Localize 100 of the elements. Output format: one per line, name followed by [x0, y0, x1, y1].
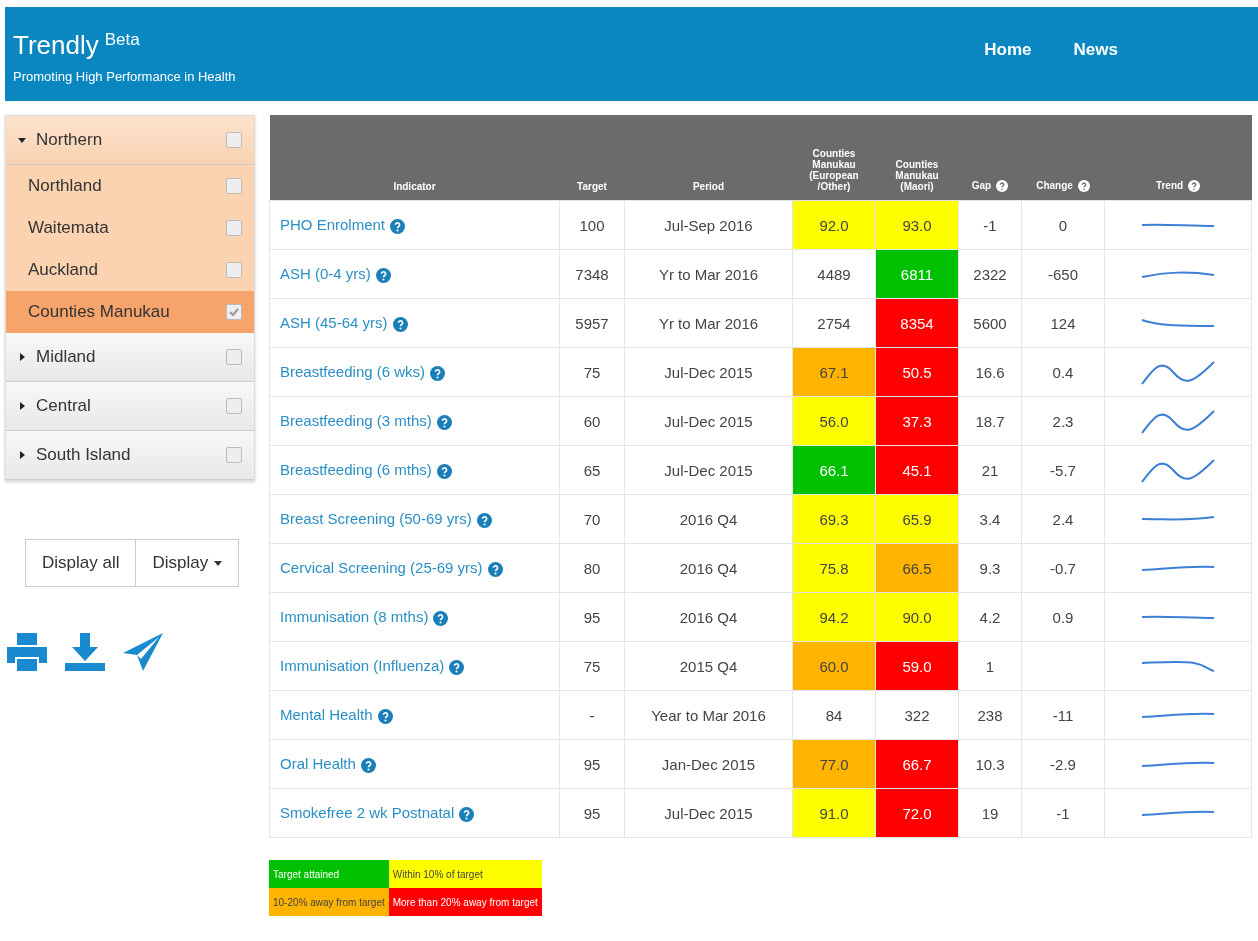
help-icon[interactable]	[476, 512, 492, 528]
nav-link[interactable]: News	[1073, 40, 1118, 60]
district-item[interactable]: Counties Manukau	[6, 291, 254, 333]
column-header: Trend	[1104, 115, 1252, 201]
help-icon[interactable]	[459, 806, 475, 822]
help-icon[interactable]	[436, 414, 452, 430]
indicator-link[interactable]: Oral Health	[280, 755, 356, 773]
nav-link[interactable]: Home	[984, 40, 1032, 60]
table-cell: 2.4	[1021, 494, 1105, 544]
indicator-link[interactable]: Smokefree 2 wk Postnatal	[280, 804, 455, 822]
legend-item: Within 10% of target	[388, 860, 542, 888]
caret-icon	[18, 451, 26, 459]
checkbox[interactable]	[226, 262, 242, 278]
table-cell: 238	[958, 690, 1022, 740]
table-cell: 65	[559, 445, 625, 495]
app-title: Trendly	[13, 30, 99, 61]
beta-label: Beta	[104, 30, 140, 50]
status-cell: 69.3	[792, 494, 876, 544]
send-icon[interactable]	[121, 631, 165, 673]
help-icon[interactable]	[375, 267, 391, 283]
help-icon[interactable]	[449, 659, 465, 675]
table-cell: 3.4	[958, 494, 1022, 544]
indicator-link[interactable]: ASH (0-4 yrs)	[280, 265, 371, 283]
table-cell: 124	[1021, 298, 1105, 348]
table-cell: 80	[559, 543, 625, 593]
checkbox[interactable]	[226, 220, 242, 236]
trend-sparkline	[1142, 661, 1214, 671]
indicator-link[interactable]: Mental Health	[280, 706, 373, 724]
indicator-link[interactable]: PHO Enrolment	[280, 216, 386, 234]
table-cell: -5.7	[1021, 445, 1105, 495]
table-cell: -1	[958, 200, 1022, 250]
status-cell: 77.0	[792, 739, 876, 789]
indicator-link[interactable]: Breastfeeding (3 mths)	[280, 412, 432, 430]
table-cell: -2.9	[1021, 739, 1105, 789]
district-label: Counties Manukau	[28, 302, 171, 322]
help-icon[interactable]	[996, 180, 1009, 192]
checkbox[interactable]	[226, 132, 242, 148]
caret-icon	[214, 560, 223, 566]
caret-icon	[18, 402, 26, 410]
region-header[interactable]: Northern	[6, 116, 254, 165]
region-label: Northern	[36, 130, 104, 150]
table-cell: 95	[559, 788, 625, 838]
status-cell: 75.8	[792, 543, 876, 593]
indicator-link[interactable]: Immunisation (Influenza)	[280, 657, 445, 675]
table-cell: 7348	[559, 249, 625, 299]
trend-sparkline	[1142, 811, 1214, 815]
table-cell: 2016 Q4	[624, 494, 793, 544]
table-cell: 95	[559, 592, 625, 642]
district-label: Northland	[28, 176, 103, 196]
table-cell: 5957	[559, 298, 625, 348]
table-cell: -0.7	[1021, 543, 1105, 593]
table-cell: Jan-Dec 2015	[624, 739, 793, 789]
trend-sparkline	[1142, 458, 1214, 482]
help-icon[interactable]	[392, 316, 408, 332]
download-icon[interactable]	[63, 631, 107, 673]
table-cell: 21	[958, 445, 1022, 495]
indicator-link[interactable]: Breastfeeding (6 wks)	[280, 363, 426, 381]
help-icon[interactable]	[377, 708, 393, 724]
indicator-link[interactable]: Breast Screening (50-69 yrs)	[280, 510, 472, 528]
status-cell: 66.7	[875, 739, 959, 789]
help-icon[interactable]	[1188, 180, 1201, 192]
table-cell: 95	[559, 739, 625, 789]
district-item[interactable]: Waitemata	[6, 207, 254, 249]
help-icon[interactable]	[433, 610, 449, 626]
help-icon[interactable]	[390, 218, 406, 234]
region-header[interactable]: Central	[6, 382, 254, 431]
status-cell: 72.0	[875, 788, 959, 838]
region-header[interactable]: South Island	[6, 431, 254, 480]
checkbox[interactable]	[226, 304, 242, 320]
status-cell: 66.5	[875, 543, 959, 593]
district-item[interactable]: Auckland	[6, 249, 254, 291]
column-header: Change	[1021, 115, 1105, 201]
table-cell: -650	[1021, 249, 1105, 299]
indicator-link[interactable]: Immunisation (8 mths)	[280, 608, 429, 626]
table-cell: 75	[559, 347, 625, 397]
table-cell: 75	[559, 641, 625, 691]
print-icon[interactable]	[5, 631, 49, 673]
region-header[interactable]: Midland	[6, 333, 254, 382]
indicator-link[interactable]: Cervical Screening (25-69 yrs)	[280, 559, 483, 577]
help-icon[interactable]	[487, 561, 503, 577]
district-item[interactable]: Northland	[6, 165, 254, 207]
trend-sparkline	[1142, 762, 1214, 766]
help-icon[interactable]	[360, 757, 376, 773]
trend-sparkline	[1142, 713, 1214, 717]
table-cell: Jul-Dec 2015	[624, 445, 793, 495]
checkbox[interactable]	[226, 398, 242, 414]
checkbox[interactable]	[226, 447, 242, 463]
column-header: Period	[624, 115, 793, 201]
help-icon[interactable]	[1077, 180, 1090, 192]
indicator-link[interactable]: ASH (45-64 yrs)	[280, 314, 388, 332]
indicator-link[interactable]: Breastfeeding (6 mths)	[280, 461, 432, 479]
table-cell: 2.3	[1021, 396, 1105, 446]
help-icon[interactable]	[430, 365, 446, 381]
status-cell: 84	[792, 690, 876, 740]
caret-icon	[18, 353, 26, 361]
trend-sparkline	[1142, 223, 1214, 227]
status-cell: 45.1	[875, 445, 959, 495]
help-icon[interactable]	[436, 463, 452, 479]
checkbox[interactable]	[226, 178, 242, 194]
checkbox[interactable]	[226, 349, 242, 365]
